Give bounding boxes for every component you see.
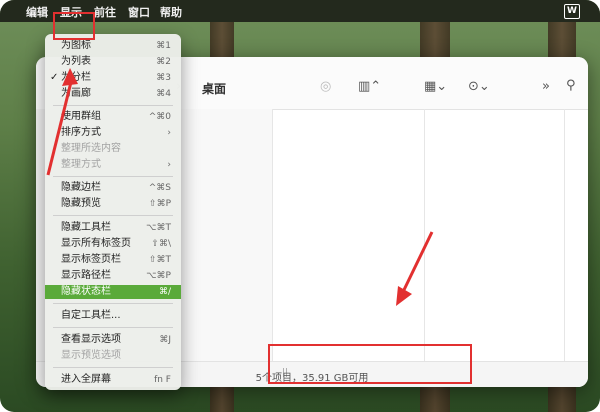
annotation-arrow-icon bbox=[46, 68, 78, 176]
annotation-arrows bbox=[46, 68, 434, 306]
annotation-arrow-icon bbox=[396, 231, 434, 306]
screenshot-frame: 编辑 显示 前往 窗口 帮助 W ‹ › 桌面 ◎ ▥⌃ ▦⌄ ⊙⌄ » ⚲ |… bbox=[0, 0, 600, 412]
